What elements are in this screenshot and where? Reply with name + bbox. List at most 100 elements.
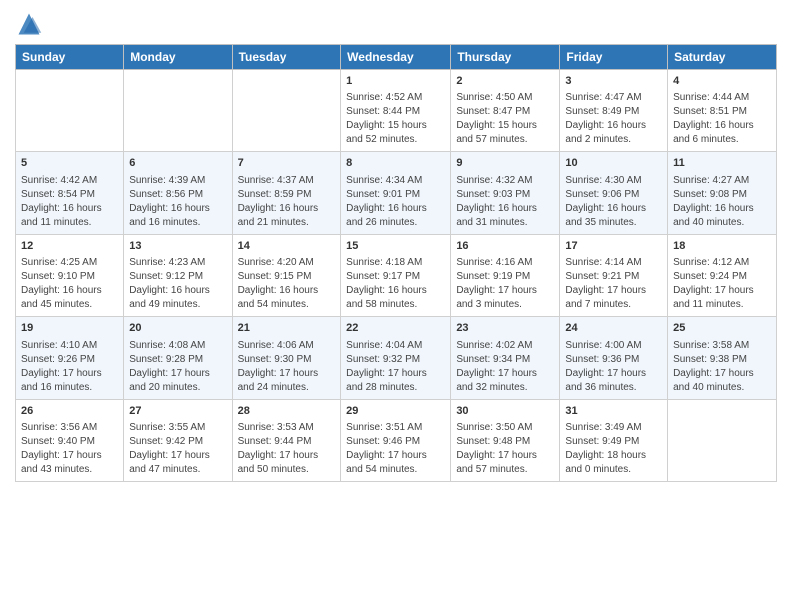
week-row-1: 1Sunrise: 4:52 AM Sunset: 8:44 PM Daylig…	[16, 70, 777, 152]
day-info: Sunrise: 4:12 AM Sunset: 9:24 PM Dayligh…	[673, 256, 771, 312]
day-cell-26: 26 Sunrise: 3:56 AM Sunset: 9:40 PM Dayli…	[16, 399, 124, 481]
day-cell-25: 25 Sunrise: 3:58 AM Sunset: 9:38 PM Dayli…	[668, 317, 777, 399]
calendar-header-row: SundayMondayTuesdayWednesdayThursdayFrid…	[16, 45, 777, 70]
day-cell-13: 13 Sunrise: 4:23 AM Sunset: 9:12 PM Dayli…	[124, 234, 232, 316]
day-info: Sunrise: 3:51 AM Sunset: 9:46 PM Dayligh…	[346, 421, 445, 477]
day-cell-28: 28 Sunrise: 3:53 AM Sunset: 9:44 PM Dayli…	[232, 399, 341, 481]
day-cell-8: 8 Sunrise: 4:34 AM Sunset: 9:01 PM Daylig…	[341, 152, 451, 234]
day-number: 15	[346, 239, 445, 254]
day-cell-5: 5 Sunrise: 4:42 AM Sunset: 8:54 PM Daylig…	[16, 152, 124, 234]
week-row-5: 26 Sunrise: 3:56 AM Sunset: 9:40 PM Dayli…	[16, 399, 777, 481]
col-header-tuesday: Tuesday	[232, 45, 341, 70]
day-number: 7	[238, 156, 336, 171]
day-number: 18	[673, 239, 771, 254]
day-number: 26	[21, 404, 118, 419]
day-cell-15: 15 Sunrise: 4:18 AM Sunset: 9:17 PM Dayli…	[341, 234, 451, 316]
day-info: Sunrise: 3:49 AM Sunset: 9:49 PM Dayligh…	[565, 421, 662, 477]
day-info: Sunrise: 3:53 AM Sunset: 9:44 PM Dayligh…	[238, 421, 336, 477]
day-number: 16	[456, 239, 554, 254]
day-info: Sunrise: 3:55 AM Sunset: 9:42 PM Dayligh…	[129, 421, 226, 477]
day-info: Sunrise: 4:34 AM Sunset: 9:01 PM Dayligh…	[346, 174, 445, 230]
day-info: Sunrise: 4:25 AM Sunset: 9:10 PM Dayligh…	[21, 256, 118, 312]
day-cell-30: 30 Sunrise: 3:50 AM Sunset: 9:48 PM Dayli…	[451, 399, 560, 481]
day-cell-7: 7 Sunrise: 4:37 AM Sunset: 8:59 PM Daylig…	[232, 152, 341, 234]
day-cell-4: 4Sunrise: 4:44 AM Sunset: 8:51 PM Daylig…	[668, 70, 777, 152]
day-number: 27	[129, 404, 226, 419]
day-info: Sunrise: 4:10 AM Sunset: 9:26 PM Dayligh…	[21, 339, 118, 395]
col-header-friday: Friday	[560, 45, 668, 70]
day-cell-1: 1Sunrise: 4:52 AM Sunset: 8:44 PM Daylig…	[341, 70, 451, 152]
day-number: 25	[673, 321, 771, 336]
day-number: 21	[238, 321, 336, 336]
day-info: Sunrise: 4:30 AM Sunset: 9:06 PM Dayligh…	[565, 174, 662, 230]
day-info: Sunrise: 3:58 AM Sunset: 9:38 PM Dayligh…	[673, 339, 771, 395]
day-number: 28	[238, 404, 336, 419]
day-info: Sunrise: 4:02 AM Sunset: 9:34 PM Dayligh…	[456, 339, 554, 395]
calendar-body: 1Sunrise: 4:52 AM Sunset: 8:44 PM Daylig…	[16, 70, 777, 482]
day-number: 3	[565, 74, 662, 89]
week-row-4: 19 Sunrise: 4:10 AM Sunset: 9:26 PM Dayli…	[16, 317, 777, 399]
day-info: Sunrise: 4:50 AM Sunset: 8:47 PM Dayligh…	[456, 91, 554, 147]
day-info: Sunrise: 4:52 AM Sunset: 8:44 PM Dayligh…	[346, 91, 445, 147]
day-cell-19: 19 Sunrise: 4:10 AM Sunset: 9:26 PM Dayli…	[16, 317, 124, 399]
col-header-saturday: Saturday	[668, 45, 777, 70]
day-number: 5	[21, 156, 118, 171]
day-cell-20: 20 Sunrise: 4:08 AM Sunset: 9:28 PM Dayli…	[124, 317, 232, 399]
day-number: 10	[565, 156, 662, 171]
day-number: 2	[456, 74, 554, 89]
day-cell-16: 16 Sunrise: 4:16 AM Sunset: 9:19 PM Dayli…	[451, 234, 560, 316]
day-info: Sunrise: 4:37 AM Sunset: 8:59 PM Dayligh…	[238, 174, 336, 230]
col-header-sunday: Sunday	[16, 45, 124, 70]
day-info: Sunrise: 4:14 AM Sunset: 9:21 PM Dayligh…	[565, 256, 662, 312]
day-cell-27: 27 Sunrise: 3:55 AM Sunset: 9:42 PM Dayli…	[124, 399, 232, 481]
logo	[15, 10, 47, 38]
day-number: 14	[238, 239, 336, 254]
day-cell-empty	[668, 399, 777, 481]
day-info: Sunrise: 4:23 AM Sunset: 9:12 PM Dayligh…	[129, 256, 226, 312]
day-cell-29: 29 Sunrise: 3:51 AM Sunset: 9:46 PM Dayli…	[341, 399, 451, 481]
day-number: 8	[346, 156, 445, 171]
day-cell-14: 14 Sunrise: 4:20 AM Sunset: 9:15 PM Dayli…	[232, 234, 341, 316]
day-number: 23	[456, 321, 554, 336]
day-info: Sunrise: 4:42 AM Sunset: 8:54 PM Dayligh…	[21, 174, 118, 230]
day-info: Sunrise: 4:06 AM Sunset: 9:30 PM Dayligh…	[238, 339, 336, 395]
day-info: Sunrise: 4:32 AM Sunset: 9:03 PM Dayligh…	[456, 174, 554, 230]
day-number: 24	[565, 321, 662, 336]
week-row-2: 5 Sunrise: 4:42 AM Sunset: 8:54 PM Daylig…	[16, 152, 777, 234]
day-number: 20	[129, 321, 226, 336]
day-number: 13	[129, 239, 226, 254]
day-number: 22	[346, 321, 445, 336]
day-info: Sunrise: 4:27 AM Sunset: 9:08 PM Dayligh…	[673, 174, 771, 230]
day-cell-11: 11Sunrise: 4:27 AM Sunset: 9:08 PM Dayli…	[668, 152, 777, 234]
day-cell-empty	[124, 70, 232, 152]
day-cell-18: 18 Sunrise: 4:12 AM Sunset: 9:24 PM Dayli…	[668, 234, 777, 316]
day-number: 29	[346, 404, 445, 419]
day-number: 30	[456, 404, 554, 419]
day-cell-21: 21 Sunrise: 4:06 AM Sunset: 9:30 PM Dayli…	[232, 317, 341, 399]
day-cell-2: 2 Sunrise: 4:50 AM Sunset: 8:47 PM Daylig…	[451, 70, 560, 152]
col-header-wednesday: Wednesday	[341, 45, 451, 70]
day-info: Sunrise: 3:50 AM Sunset: 9:48 PM Dayligh…	[456, 421, 554, 477]
day-cell-3: 3 Sunrise: 4:47 AM Sunset: 8:49 PM Daylig…	[560, 70, 668, 152]
day-number: 17	[565, 239, 662, 254]
day-info: Sunrise: 3:56 AM Sunset: 9:40 PM Dayligh…	[21, 421, 118, 477]
day-cell-empty	[16, 70, 124, 152]
day-number: 31	[565, 404, 662, 419]
day-cell-empty	[232, 70, 341, 152]
day-info: Sunrise: 4:00 AM Sunset: 9:36 PM Dayligh…	[565, 339, 662, 395]
page-header	[15, 10, 777, 38]
day-info: Sunrise: 4:18 AM Sunset: 9:17 PM Dayligh…	[346, 256, 445, 312]
day-info: Sunrise: 4:08 AM Sunset: 9:28 PM Dayligh…	[129, 339, 226, 395]
day-info: Sunrise: 4:20 AM Sunset: 9:15 PM Dayligh…	[238, 256, 336, 312]
day-info: Sunrise: 4:47 AM Sunset: 8:49 PM Dayligh…	[565, 91, 662, 147]
day-number: 4	[673, 74, 771, 89]
day-cell-6: 6Sunrise: 4:39 AM Sunset: 8:56 PM Daylig…	[124, 152, 232, 234]
day-cell-12: 12Sunrise: 4:25 AM Sunset: 9:10 PM Dayli…	[16, 234, 124, 316]
day-cell-23: 23 Sunrise: 4:02 AM Sunset: 9:34 PM Dayli…	[451, 317, 560, 399]
col-header-thursday: Thursday	[451, 45, 560, 70]
day-number: 6	[129, 156, 226, 171]
day-info: Sunrise: 4:16 AM Sunset: 9:19 PM Dayligh…	[456, 256, 554, 312]
day-cell-22: 22Sunrise: 4:04 AM Sunset: 9:32 PM Dayli…	[341, 317, 451, 399]
day-cell-9: 9Sunrise: 4:32 AM Sunset: 9:03 PM Daylig…	[451, 152, 560, 234]
day-number: 19	[21, 321, 118, 336]
